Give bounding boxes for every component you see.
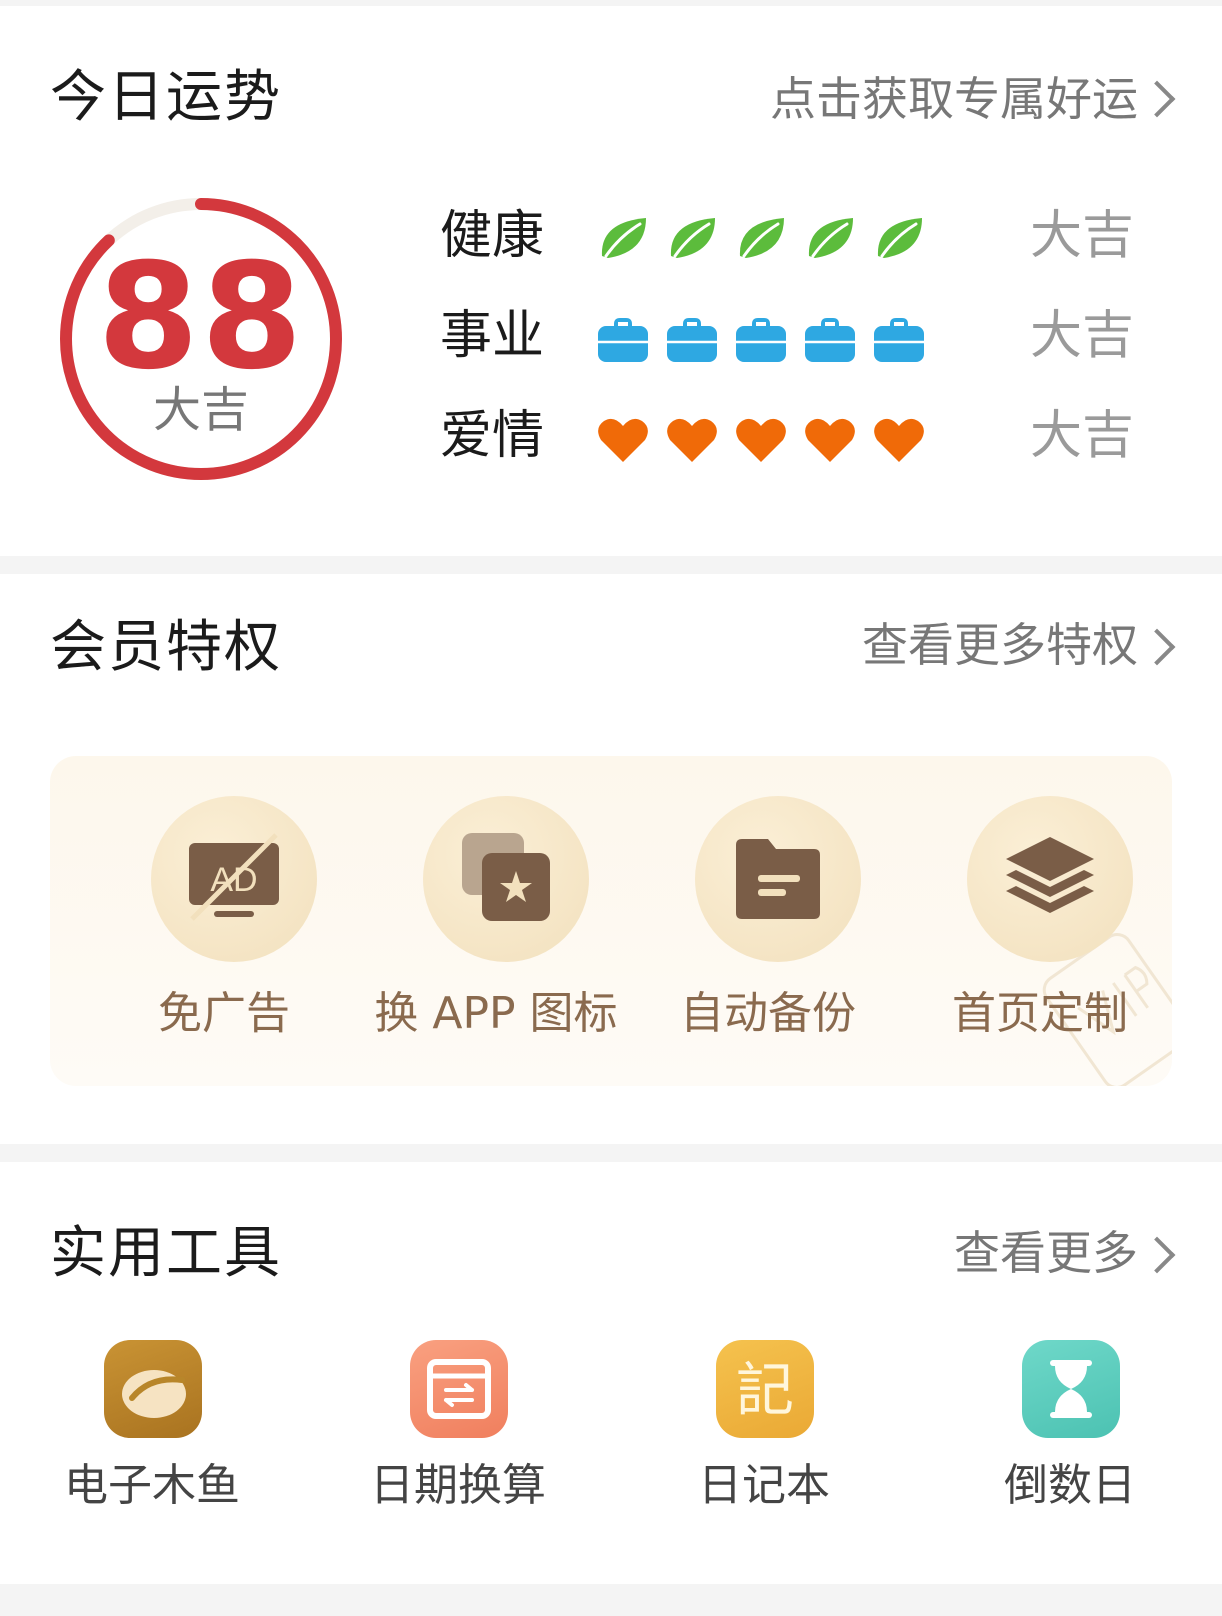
tool-icon-bg	[104, 1340, 202, 1438]
tool-label: 日期换算	[370, 1460, 546, 1511]
vip-card: 会员特权 查看更多特权 AD 免广告	[0, 574, 1222, 1144]
vip-item-backup[interactable]: 自动备份	[638, 796, 898, 1056]
fortune-score: 88	[97, 232, 305, 402]
heart-icon	[736, 418, 786, 462]
heart-icon	[598, 418, 648, 462]
tool-wooden-fish[interactable]: 电子木鱼	[42, 1340, 262, 1530]
tool-date-convert[interactable]: 日期换算	[348, 1340, 568, 1530]
date-convert-icon	[427, 1359, 491, 1419]
fortune-row-value: 大吉	[1030, 306, 1135, 366]
app-icon-swap-icon	[462, 833, 550, 921]
vip-more-label: 查看更多特权	[862, 618, 1138, 672]
leaf-icon	[739, 218, 784, 258]
vip-item-label: 首页定制	[952, 988, 1128, 1039]
fortune-title: 今日运势	[50, 65, 282, 130]
tool-label: 日记本	[698, 1460, 830, 1511]
tool-icon-bg: 記	[716, 1340, 814, 1438]
diary-icon: 記	[736, 1356, 794, 1424]
leaf-icon	[877, 218, 922, 258]
backup-folder-icon	[736, 839, 820, 919]
vip-item-label: 免广告	[158, 988, 290, 1039]
tools-title: 实用工具	[50, 1221, 282, 1286]
fortune-row-label: 事业	[440, 306, 545, 366]
svg-text:記: 記	[736, 1356, 794, 1424]
vip-item-icon-bg	[967, 796, 1133, 962]
leaf-icon	[670, 218, 715, 258]
heart-icon	[667, 418, 717, 462]
fortune-row-label: 爱情	[440, 406, 545, 466]
briefcase-icon	[874, 318, 924, 362]
wooden-fish-icon	[122, 1370, 186, 1418]
vip-title: 会员特权	[50, 615, 282, 680]
chevron-right-icon	[1138, 1236, 1176, 1274]
tool-countdown[interactable]: 倒数日	[960, 1340, 1180, 1530]
chevron-right-icon	[1138, 80, 1176, 118]
fortune-row-value: 大吉	[1030, 206, 1135, 266]
vip-item-label: 换 APP 图标	[374, 988, 618, 1039]
no-ad-icon: AD	[189, 833, 279, 921]
fortune-row-value: 大吉	[1030, 406, 1135, 466]
tool-icon-bg	[1022, 1340, 1120, 1438]
fortune-row-icons	[596, 212, 956, 266]
leaf-icon	[808, 218, 853, 258]
tool-label: 电子木鱼	[64, 1460, 240, 1511]
chevron-right-icon	[1138, 628, 1176, 666]
fortune-row-icons	[596, 412, 956, 466]
vip-item-icon-bg	[695, 796, 861, 962]
heart-icon	[805, 418, 855, 462]
heart-icon	[874, 418, 924, 462]
vip-item-no-ad[interactable]: AD 免广告	[94, 796, 354, 1056]
tools-more-label: 查看更多	[954, 1226, 1138, 1280]
fortune-row-label: 健康	[440, 206, 545, 266]
vip-item-icon-bg: AD	[151, 796, 317, 962]
vip-privilege-panel: AD 免广告 换 APP 图标	[50, 756, 1172, 1086]
briefcase-icon	[667, 318, 717, 362]
fortune-card: 今日运势 点击获取专属好运 88 大吉 健康 大吉 事业 大吉 爱情 大吉	[0, 6, 1222, 556]
briefcase-icon	[805, 318, 855, 362]
hourglass-icon	[1050, 1360, 1092, 1418]
vip-item-homepage-custom[interactable]: 首页定制	[910, 796, 1170, 1056]
leaf-icon	[601, 218, 646, 258]
vip-item-label: 自动备份	[680, 988, 856, 1039]
briefcase-icon	[736, 318, 786, 362]
briefcase-icon	[598, 318, 648, 362]
tool-icon-bg	[410, 1340, 508, 1438]
fortune-score-label: 大吉	[152, 382, 249, 438]
tool-label: 倒数日	[1004, 1460, 1136, 1511]
tools-card: 实用工具 查看更多 电子木鱼 日期换算 記 日记本 倒数日	[0, 1162, 1222, 1584]
fortune-row-icons	[596, 312, 956, 366]
tool-diary[interactable]: 記 日记本	[654, 1340, 874, 1530]
layers-icon	[1006, 837, 1094, 913]
vip-item-app-icon[interactable]: 换 APP 图标	[366, 796, 626, 1056]
vip-item-icon-bg	[423, 796, 589, 962]
fortune-link-label: 点击获取专属好运	[770, 72, 1138, 126]
